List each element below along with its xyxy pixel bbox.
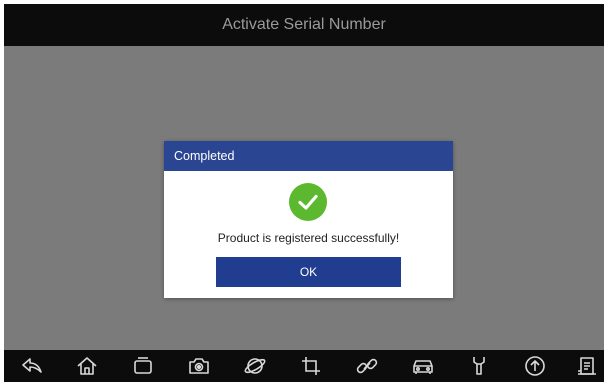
- camera-icon[interactable]: [184, 353, 214, 379]
- check-circle-icon: [289, 183, 327, 221]
- back-icon[interactable]: [17, 353, 47, 379]
- page-title: Activate Serial Number: [222, 16, 386, 33]
- bottom-nav-bar: [4, 350, 604, 382]
- app-screen: Activate Serial Number Completed Product…: [4, 4, 604, 382]
- dialog-header: Completed: [164, 141, 453, 171]
- repair-icon[interactable]: [464, 353, 494, 379]
- dialog-title: Completed: [174, 149, 235, 163]
- title-bar: Activate Serial Number: [4, 4, 604, 46]
- home-icon[interactable]: [72, 353, 102, 379]
- car-icon[interactable]: [408, 353, 438, 379]
- upload-icon[interactable]: [520, 353, 550, 379]
- ok-button-label: OK: [299, 265, 318, 279]
- content-area: Completed Product is registered successf…: [4, 46, 604, 350]
- document-icon[interactable]: [572, 353, 602, 379]
- link-icon[interactable]: [352, 353, 382, 379]
- browser-icon[interactable]: [240, 353, 270, 379]
- completion-dialog: Completed Product is registered successf…: [164, 141, 453, 298]
- dialog-message: Product is registered successfully!: [217, 231, 400, 245]
- ok-button[interactable]: OK: [216, 257, 401, 287]
- recent-apps-icon[interactable]: [128, 353, 158, 379]
- crop-icon[interactable]: [296, 353, 326, 379]
